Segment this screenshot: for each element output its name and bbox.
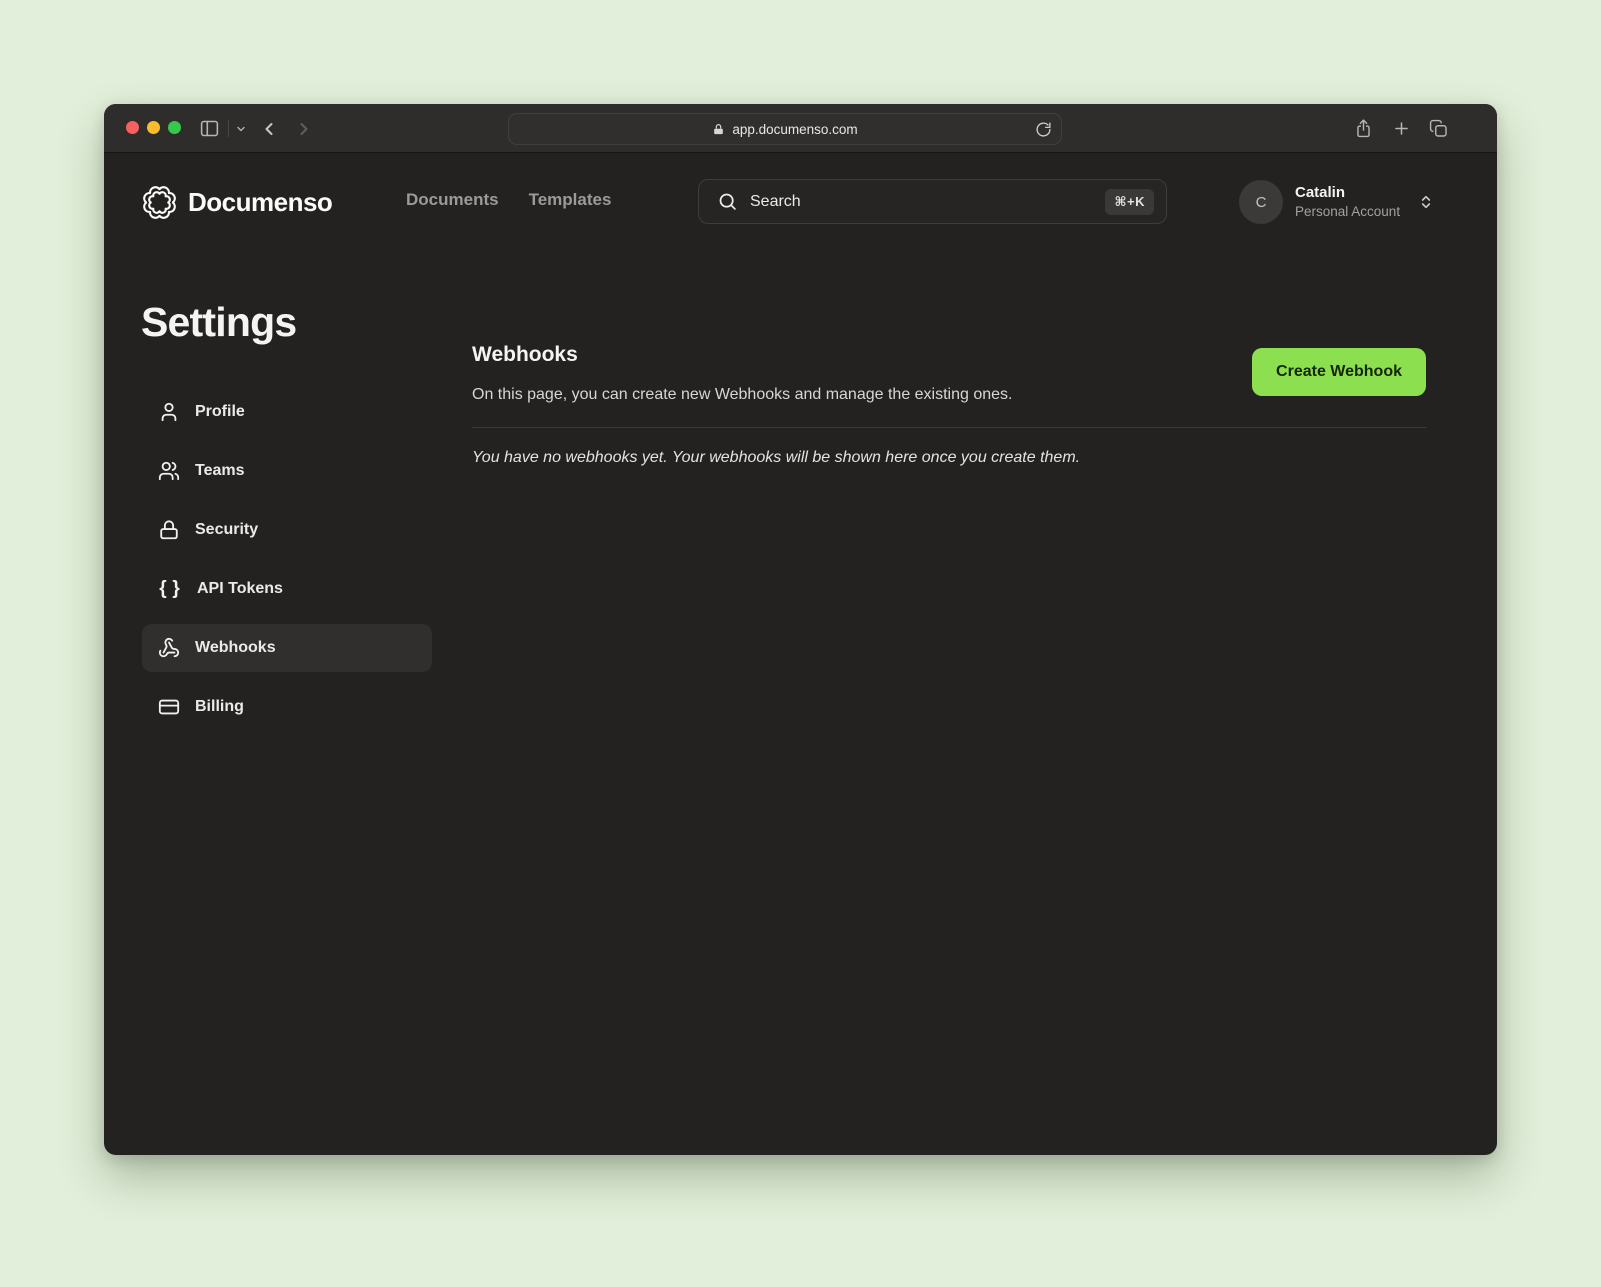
webhook-icon	[158, 637, 180, 659]
chevrons-up-down-icon	[1418, 194, 1434, 210]
settings-sidebar: Profile Teams Security { } API Tokens We…	[142, 388, 432, 731]
avatar: C	[1239, 180, 1283, 224]
create-webhook-button[interactable]: Create Webhook	[1252, 348, 1426, 396]
braces-icon: { }	[158, 578, 182, 600]
sidebar-item-label: API Tokens	[197, 580, 283, 598]
nav-documents[interactable]: Documents	[406, 190, 499, 210]
traffic-lights	[126, 121, 181, 134]
sidebar-item-label: Security	[195, 521, 258, 539]
sidebar-item-profile[interactable]: Profile	[142, 388, 432, 436]
users-icon	[158, 460, 180, 482]
sidebar-item-webhooks[interactable]: Webhooks	[142, 624, 432, 672]
tab-overview-icon[interactable]	[1429, 104, 1448, 153]
sidebar-item-label: Teams	[195, 462, 245, 480]
zoom-window-button[interactable]	[168, 121, 181, 134]
nav-templates[interactable]: Templates	[529, 190, 612, 210]
browser-window: app.documenso.com Documenso	[104, 104, 1497, 1155]
section-divider	[472, 427, 1426, 428]
url-text: app.documenso.com	[732, 122, 857, 137]
app-header: Documenso Documents Templates Search ⌘+K…	[104, 154, 1497, 254]
sidebar-toggle-icon[interactable]	[199, 104, 220, 153]
chevron-down-icon[interactable]	[235, 104, 247, 153]
account-menu[interactable]: C Catalin Personal Account	[1239, 180, 1434, 224]
new-tab-icon[interactable]	[1392, 104, 1411, 153]
user-icon	[158, 401, 180, 423]
search-placeholder: Search	[750, 193, 1093, 211]
sidebar-item-label: Webhooks	[195, 639, 276, 657]
brand-name: Documenso	[188, 187, 332, 218]
empty-state-text: You have no webhooks yet. Your webhooks …	[472, 449, 1080, 467]
sidebar-item-teams[interactable]: Teams	[142, 447, 432, 495]
sidebar-item-security[interactable]: Security	[142, 506, 432, 554]
titlebar-separator	[228, 120, 229, 137]
page-title: Settings	[141, 299, 296, 346]
credit-card-icon	[158, 696, 180, 718]
address-bar[interactable]: app.documenso.com	[508, 113, 1062, 145]
sidebar-item-label: Profile	[195, 403, 245, 421]
lock-icon	[712, 123, 725, 136]
search-input[interactable]: Search ⌘+K	[698, 179, 1167, 224]
sidebar-item-api-tokens[interactable]: { } API Tokens	[142, 565, 432, 613]
sidebar-item-label: Billing	[195, 698, 244, 716]
account-name: Catalin	[1295, 183, 1400, 203]
back-button[interactable]	[259, 104, 279, 153]
lock-icon	[158, 519, 180, 541]
share-icon[interactable]	[1354, 104, 1373, 153]
minimize-window-button[interactable]	[147, 121, 160, 134]
search-icon	[717, 191, 738, 212]
search-shortcut-badge: ⌘+K	[1105, 189, 1154, 215]
section-heading: Webhooks	[472, 343, 578, 367]
reload-icon[interactable]	[1035, 121, 1052, 138]
brand-logo[interactable]: Documenso	[141, 184, 332, 221]
main-nav: Documents Templates	[406, 190, 611, 210]
forward-button[interactable]	[294, 104, 314, 153]
section-description: On this page, you can create new Webhook…	[472, 386, 1013, 404]
browser-titlebar: app.documenso.com	[104, 104, 1497, 153]
account-type: Personal Account	[1295, 203, 1400, 221]
documenso-logo-icon	[141, 184, 178, 221]
close-window-button[interactable]	[126, 121, 139, 134]
sidebar-item-billing[interactable]: Billing	[142, 683, 432, 731]
